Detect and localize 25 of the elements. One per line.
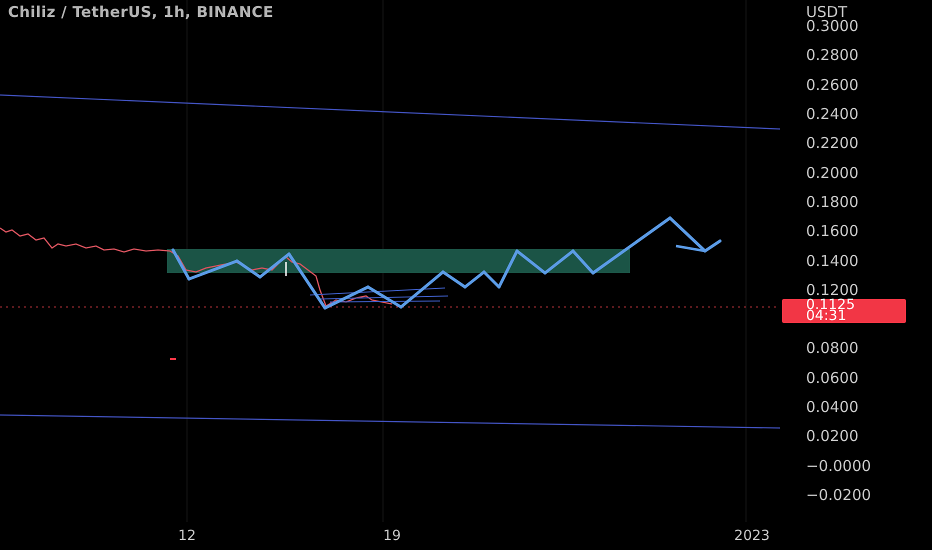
price-label: 0.2000 bbox=[806, 166, 858, 181]
price-label: 0.1200 bbox=[806, 282, 858, 298]
price-label: 0.1600 bbox=[806, 224, 858, 240]
price-label: 0.1400 bbox=[806, 254, 858, 269]
price-label: −0.0000 bbox=[806, 458, 872, 474]
marker-dash bbox=[170, 358, 176, 360]
wick-mark bbox=[285, 262, 287, 276]
price-label: 0.3000 bbox=[806, 19, 858, 34]
chart-title: Chiliz / TetherUS, 1h, BINANCE bbox=[8, 3, 274, 21]
date-label: 2023 bbox=[734, 528, 770, 544]
price-label: 0.2200 bbox=[806, 136, 858, 152]
price-label: 0.0400 bbox=[806, 400, 858, 415]
price-label: 0.1800 bbox=[806, 194, 858, 210]
price-label: 0.0200 bbox=[806, 429, 858, 444]
currency-label: USDT bbox=[806, 3, 848, 21]
last-price-tag: 0.1125 04:31 bbox=[782, 298, 906, 323]
price-label: 0.2600 bbox=[806, 78, 858, 93]
price-label: 0.0600 bbox=[806, 370, 858, 386]
price-label: 0.0800 bbox=[806, 341, 858, 356]
forecast-line bbox=[676, 244, 706, 252]
date-label: 19 bbox=[383, 528, 401, 544]
price-label: 0.2800 bbox=[806, 48, 858, 64]
price-label: −0.0200 bbox=[806, 488, 872, 503]
price-label: 0.2400 bbox=[806, 107, 858, 122]
date-label: 12 bbox=[178, 528, 196, 544]
